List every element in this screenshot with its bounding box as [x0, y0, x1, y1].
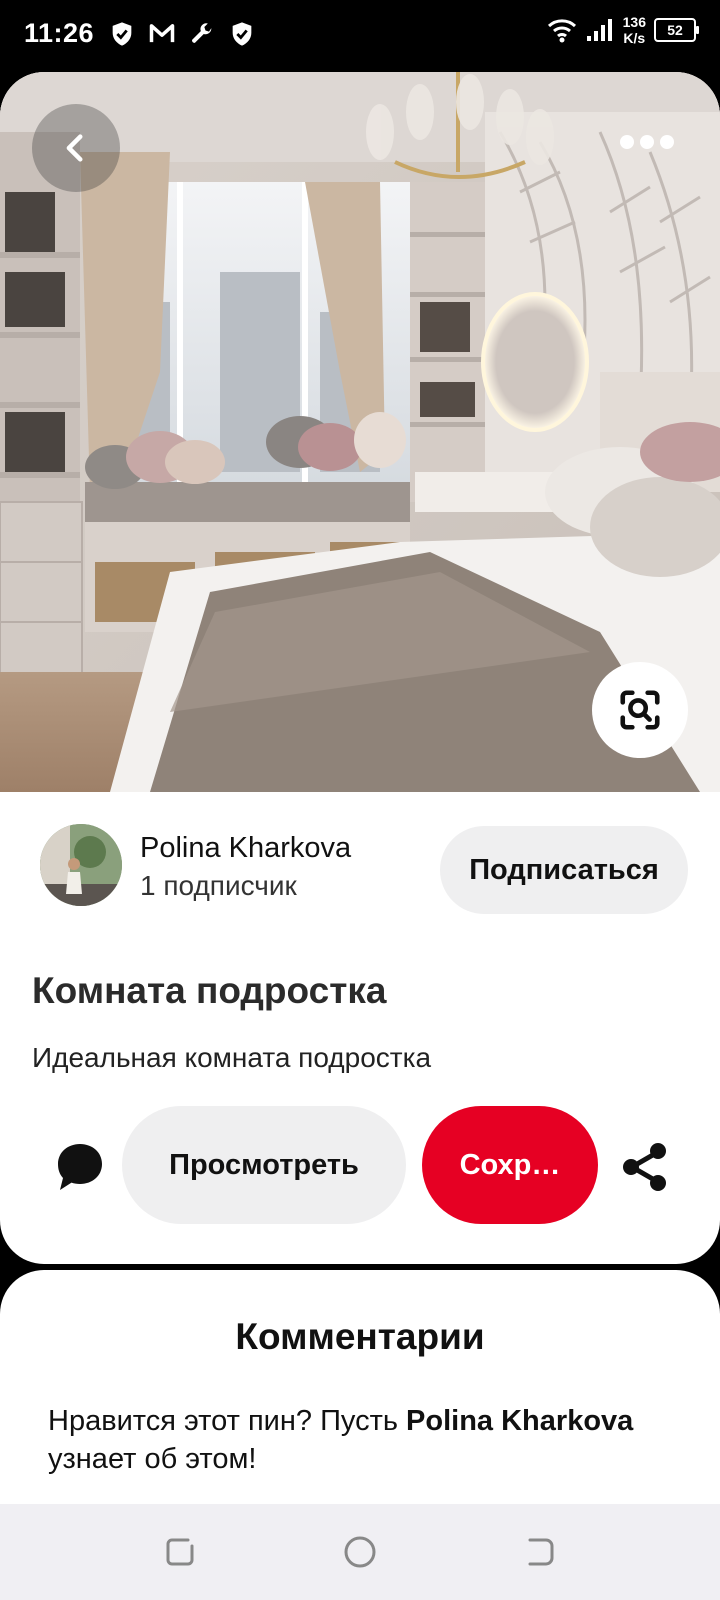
follow-button[interactable]: Подписаться — [440, 826, 688, 914]
pin-image[interactable] — [0, 72, 720, 792]
avatar-photo — [40, 824, 122, 906]
recents-icon — [166, 1538, 194, 1566]
speed-unit: K/s — [623, 30, 646, 46]
recents-button[interactable] — [160, 1532, 200, 1572]
status-time: 11:26 — [24, 18, 95, 48]
author-name[interactable]: Polina Kharkova — [140, 832, 351, 865]
visual-search-button[interactable] — [592, 662, 688, 758]
share-icon — [623, 1143, 666, 1191]
wifi-icon — [547, 19, 576, 43]
pin-description: Идеальная комната подростка — [32, 1042, 432, 1073]
prompt-author-name[interactable]: Polina Kharkova — [406, 1405, 633, 1437]
action-bar: Просмотреть Сохр… — [0, 1106, 720, 1226]
speed-value: 136 — [622, 14, 646, 30]
more-horizontal-icon — [620, 135, 634, 149]
back-nav-button[interactable] — [520, 1532, 560, 1572]
home-circle-icon — [344, 1536, 376, 1568]
prompt-text-end: узнает об этом! — [48, 1443, 257, 1475]
comment-button[interactable] — [56, 1142, 104, 1192]
system-nav-bar — [0, 1504, 720, 1600]
avatar[interactable] — [40, 824, 122, 906]
author-row: Polina Kharkova 1 подписчик Подписаться — [0, 824, 720, 924]
comments-section: Комментарии Нравится этот пин? Пусть Pol… — [0, 1270, 720, 1510]
status-bar: 11:26 136 K/s 52 — [0, 0, 720, 72]
mail-m-icon — [149, 24, 175, 43]
back-button[interactable] — [32, 104, 120, 192]
chevron-left-icon — [66, 134, 83, 162]
network-speed: 136 K/s — [623, 14, 646, 46]
view-button[interactable]: Просмотреть — [122, 1106, 406, 1224]
system-icons: 136 K/s 52 — [547, 14, 699, 46]
comments-title: Комментарии — [235, 1316, 485, 1357]
shield-check-icon — [232, 22, 252, 46]
shield-check-icon — [112, 22, 132, 46]
pin-card: Polina Kharkova 1 подписчик Подписаться … — [0, 72, 720, 1264]
battery-indicator: 52 — [654, 18, 699, 42]
back-nav-icon — [528, 1538, 554, 1566]
pin-title: Комната подростка — [32, 970, 387, 1011]
share-button[interactable] — [620, 1142, 670, 1192]
more-options-button[interactable] — [620, 132, 676, 152]
comment-bubble-icon — [58, 1144, 102, 1190]
wrench-icon — [191, 23, 212, 43]
home-button[interactable] — [340, 1532, 380, 1572]
notification-icons — [108, 20, 256, 48]
prompt-text-start: Нравится этот пин? Пусть — [48, 1405, 407, 1437]
visual-search-icon — [620, 690, 660, 730]
signal-icon — [586, 19, 612, 41]
follower-count: 1 подписчик — [140, 870, 297, 901]
save-button[interactable]: Сохр… — [422, 1106, 598, 1224]
comments-prompt: Нравится этот пин? Пусть Polina Kharkova… — [48, 1402, 688, 1478]
